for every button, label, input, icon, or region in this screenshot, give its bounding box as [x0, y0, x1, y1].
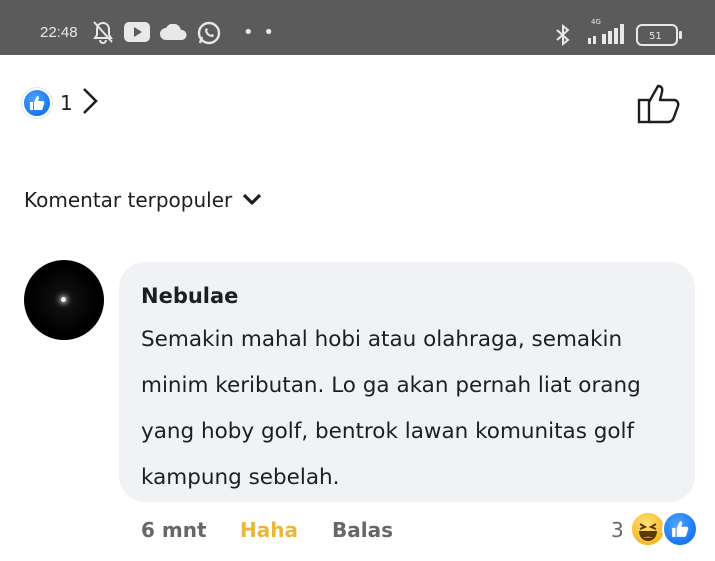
haha-reaction-button[interactable]: Haha: [240, 518, 298, 542]
comment-bubble[interactable]: Nebulae Semakin mahal hobi atau olahraga…: [119, 262, 695, 502]
like-icon: [22, 88, 52, 118]
comment-text: Semakin mahal hobi atau olahraga, semaki…: [141, 327, 641, 490]
haha-icon: [630, 511, 666, 547]
signal-icon: 4G: [588, 16, 628, 50]
reaction-summary[interactable]: 1: [22, 86, 99, 120]
chevron-down-icon: [242, 188, 262, 212]
status-time: 22:48: [40, 24, 78, 41]
whatsapp-icon: [196, 20, 222, 50]
comment-reaction-icons[interactable]: [630, 511, 700, 547]
reaction-count: 1: [60, 91, 73, 115]
reply-button[interactable]: Balas: [332, 518, 393, 542]
network-label: 4G: [591, 18, 601, 26]
battery-icon: 51: [636, 24, 684, 50]
avatar[interactable]: [24, 260, 104, 340]
cloud-icon: [160, 23, 188, 44]
like-icon: [662, 511, 698, 547]
battery-level: 51: [649, 31, 662, 42]
comment-reaction-count[interactable]: 3: [611, 518, 624, 542]
bluetooth-icon: [553, 23, 573, 50]
comment-author[interactable]: Nebulae: [141, 284, 238, 308]
notifications-off-icon: [92, 20, 114, 48]
more-dots-icon: • •: [243, 22, 276, 43]
youtube-icon: [124, 22, 150, 46]
sort-label: Komentar terpopuler: [24, 188, 233, 212]
status-bar: 22:48 • • 4G 51: [0, 0, 715, 55]
chevron-right-icon[interactable]: [81, 86, 99, 120]
comment-sort-dropdown[interactable]: Komentar terpopuler: [24, 188, 262, 212]
comment-time: 6 mnt: [141, 518, 207, 542]
like-button-icon[interactable]: [636, 82, 684, 128]
